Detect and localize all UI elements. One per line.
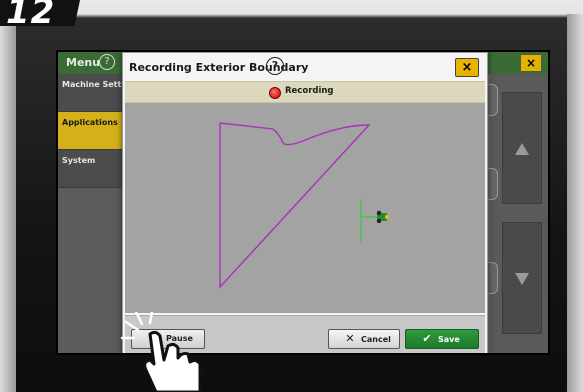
- device-frame: 12 Menu ? × Machine Settings Application…: [0, 0, 583, 392]
- device-bezel-left: [0, 14, 16, 392]
- sidebar-item-applications[interactable]: Applications: [58, 112, 126, 150]
- save-label: Save: [438, 335, 460, 344]
- cancel-label: Cancel: [361, 335, 391, 344]
- arrow-up-icon: [515, 143, 529, 155]
- menu-help-icon[interactable]: ?: [99, 54, 115, 70]
- tapping-hand-icon: [120, 312, 202, 392]
- background-tile: [487, 262, 498, 294]
- recording-status-label: Recording: [285, 86, 334, 96]
- sidebar-item-label: System: [62, 156, 96, 165]
- sidebar-item-label: Machine Settings: [62, 80, 126, 89]
- sidebar-item-machine-settings[interactable]: Machine Settings: [58, 74, 126, 112]
- tractor-icon: [376, 210, 389, 224]
- close-icon: ✕: [345, 332, 355, 345]
- app-close-button[interactable]: ×: [520, 54, 542, 72]
- recording-status-bar: Recording: [125, 81, 485, 103]
- arrow-down-icon: [515, 273, 529, 285]
- background-tile: [487, 168, 498, 200]
- sidebar-item-system[interactable]: System: [58, 150, 126, 188]
- scroll-down-button[interactable]: [502, 222, 542, 334]
- right-panel: [490, 74, 548, 353]
- boundary-drawing: [219, 122, 389, 289]
- boundary-map[interactable]: [125, 103, 485, 313]
- dialog-close-button[interactable]: ×: [455, 58, 479, 77]
- recording-indicator-icon: [269, 87, 281, 99]
- sidebar: Machine Settings Applications System: [58, 74, 126, 353]
- recording-dialog: Recording Exterior Boundary ? × Recordin…: [122, 52, 488, 353]
- menu-label[interactable]: Menu: [66, 56, 100, 69]
- device-bezel-right: [567, 14, 583, 392]
- sidebar-item-label: Applications: [62, 118, 118, 127]
- save-button[interactable]: ✔ Save: [405, 329, 479, 349]
- checkmark-icon: ✔: [422, 332, 432, 345]
- recorded-boundary-line: [219, 122, 371, 289]
- scroll-up-button[interactable]: [502, 92, 542, 204]
- background-tile: [487, 84, 498, 116]
- display-screen: Menu ? × Machine Settings Applications S…: [56, 50, 550, 355]
- cancel-button[interactable]: ✕ Cancel: [328, 329, 400, 349]
- step-number: 12: [6, 0, 56, 32]
- help-icon[interactable]: ?: [266, 57, 284, 75]
